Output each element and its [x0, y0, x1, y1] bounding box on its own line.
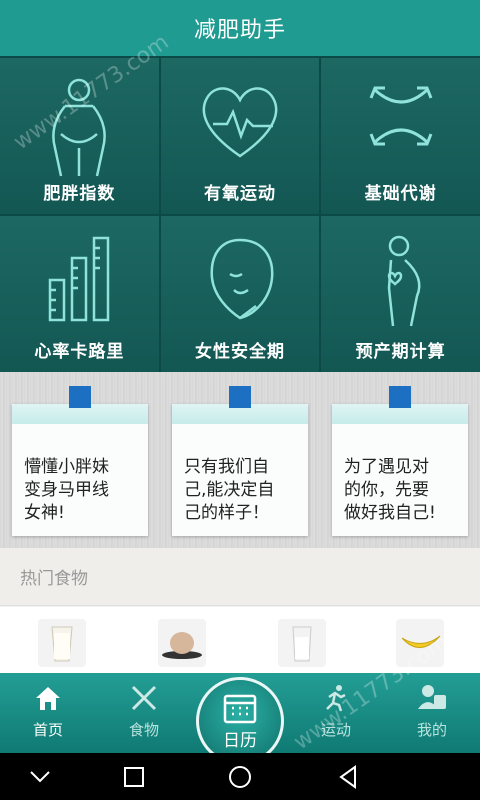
- system-home-button[interactable]: [226, 763, 254, 791]
- user-group-icon: [418, 685, 446, 709]
- metabolism-arrows-icon: [369, 86, 433, 146]
- app-title: 减肥助手: [193, 18, 286, 43]
- milk-glass-icon: [51, 626, 73, 662]
- system-recents-button[interactable]: [120, 763, 148, 791]
- knife-fork-icon: [131, 685, 157, 711]
- motto-text: 懵懂小胖妹 变身马甲线 女神!: [24, 457, 109, 523]
- motto-text: 为了遇见对 的你，先要 做好我自己!: [344, 457, 436, 523]
- app-header: 减肥助手: [0, 0, 480, 56]
- nav-label: 我的: [416, 721, 447, 739]
- nav-calendar-button[interactable]: 日历: [196, 677, 284, 765]
- food-item-milk-2[interactable]: [278, 619, 326, 667]
- nav-food[interactable]: 食物: [96, 679, 192, 749]
- square-icon: [124, 767, 144, 787]
- bar-chart-ruler-icon: [49, 236, 110, 322]
- food-item-egg[interactable]: [158, 619, 206, 667]
- motto-card: 只有我们自 己,能决定自 己的样子！: [172, 386, 308, 536]
- egg-plate-icon: [162, 632, 202, 659]
- section-title: 热门食物: [20, 569, 88, 589]
- motto-card: 为了遇见对 的你，先要 做好我自己!: [332, 386, 468, 536]
- tile-due-date[interactable]: 预产期计算: [321, 216, 480, 372]
- tile-label: 有氧运动: [203, 184, 276, 204]
- hot-foods-header: 热门食物: [0, 548, 480, 606]
- tile-label: 心率卡路里: [34, 342, 125, 362]
- feature-grid: 肥胖指数 有氧运动 基础代谢 心率卡路里 女性安全期 预产期计算: [0, 56, 480, 372]
- nav-profile[interactable]: 我的: [384, 679, 480, 749]
- system-back-down-button[interactable]: [26, 763, 54, 791]
- motto-card: 懵懂小胖妹 变身马甲线 女神!: [12, 386, 148, 536]
- motto-notes: 懵懂小胖妹 变身马甲线 女神! 只有我们自 己,能决定自 己的样子！ 为了遇见对…: [0, 372, 480, 548]
- tile-heart-rate[interactable]: 心率卡路里: [0, 216, 159, 372]
- system-back-button[interactable]: [334, 763, 362, 791]
- triangle-back-icon: [339, 765, 356, 789]
- milk-glass-icon: [292, 626, 312, 662]
- body-fat-icon: [52, 78, 107, 177]
- clip-icon: [389, 386, 411, 408]
- tile-label: 基础代谢: [364, 184, 437, 204]
- tile-metabolism[interactable]: 基础代谢: [321, 58, 480, 214]
- nav-label: 食物: [128, 721, 159, 739]
- clip-icon: [229, 386, 251, 408]
- nav-label: 首页: [32, 721, 63, 739]
- clip-icon: [69, 386, 91, 408]
- running-icon: [326, 685, 346, 712]
- tile-label: 女性安全期: [194, 342, 285, 362]
- food-item-banana[interactable]: [396, 619, 444, 667]
- nav-label: 日历: [223, 730, 257, 751]
- banana-icon: [401, 635, 441, 648]
- woman-face-icon: [210, 238, 274, 320]
- heart-pulse-icon: [202, 87, 278, 158]
- food-item-milk[interactable]: [38, 619, 86, 667]
- tile-label: 预产期计算: [355, 342, 446, 362]
- motto-text: 只有我们自 己,能决定自 己的样子！: [184, 457, 275, 523]
- nav-exercise[interactable]: 运动: [288, 679, 384, 749]
- tile-bmi[interactable]: 肥胖指数: [0, 58, 159, 214]
- pregnant-woman-icon: [387, 235, 421, 327]
- system-nav-bar: [0, 753, 480, 800]
- nav-home[interactable]: 首页: [0, 679, 96, 749]
- home-icon: [36, 687, 60, 710]
- nav-label: 运动: [320, 721, 351, 739]
- hot-foods-list: [0, 607, 480, 673]
- circle-icon: [229, 766, 251, 788]
- tile-aerobic[interactable]: 有氧运动: [160, 58, 320, 214]
- tile-safe-period[interactable]: 女性安全期: [160, 216, 320, 372]
- calendar-icon: [223, 694, 257, 723]
- chevron-down-icon: [30, 771, 50, 783]
